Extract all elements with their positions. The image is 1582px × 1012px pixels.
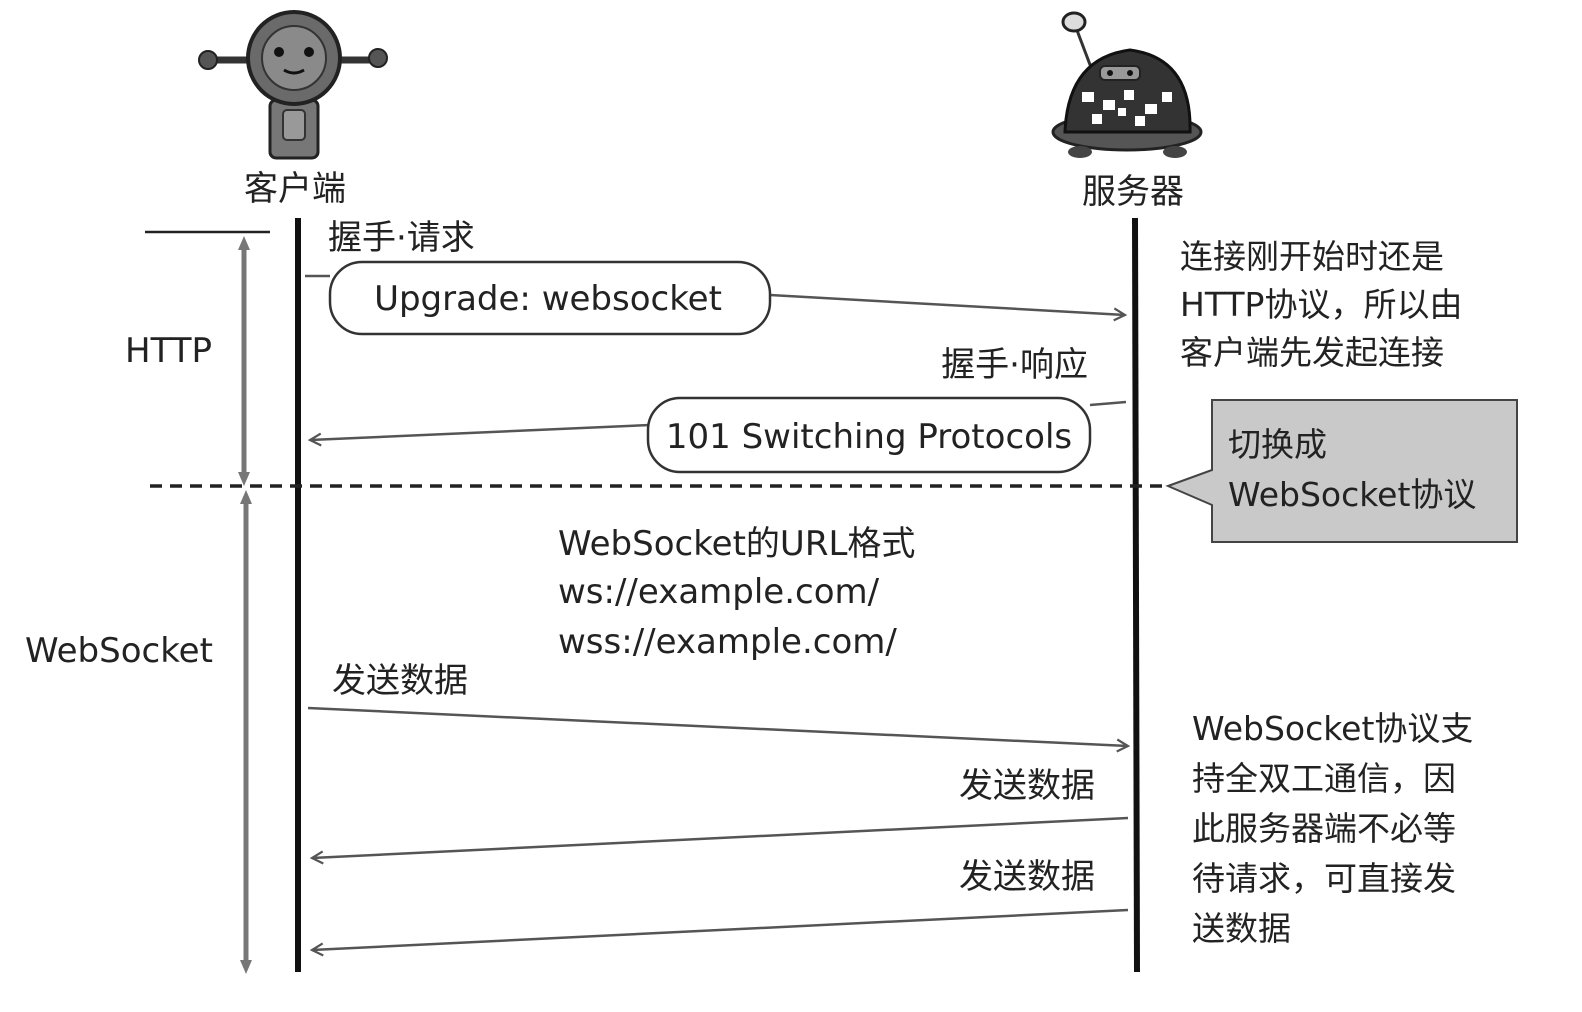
- response-arrow-start: [1089, 400, 1127, 407]
- server-lifeline: [1132, 217, 1140, 973]
- server-robot-icon: [1051, 11, 1203, 158]
- switch-note-line-2: WebSocket协议: [1228, 475, 1476, 514]
- url-wss: wss://example.com/: [558, 622, 897, 662]
- handshake-request-label: 握手·请求: [328, 218, 475, 258]
- send-data-arrow-2: [312, 816, 1129, 858]
- server-label: 服务器: [1082, 172, 1184, 212]
- send-data-label-1: 发送数据: [332, 661, 468, 701]
- websocket-phase-label: WebSocket: [25, 631, 213, 671]
- switch-note-line-1: 切换成: [1228, 425, 1327, 464]
- duplex-note-line-3: 此服务器端不必等: [1192, 809, 1456, 848]
- handshake-request-arrow: [769, 293, 1125, 315]
- duplex-note-line-5: 送数据: [1192, 909, 1291, 948]
- http-phase-label: HTTP: [125, 331, 212, 371]
- send-data-label-3: 发送数据: [959, 857, 1095, 897]
- websocket-sequence-diagram: 客户端 服务器 HTTP WebSocket 握手·请求 Upgrade: we…: [25, 10, 1518, 974]
- client-robot-icon: [198, 10, 388, 160]
- send-data-arrow-1: [307, 706, 1128, 746]
- duplex-note-line-4: 待请求，可直接发: [1192, 859, 1456, 898]
- duplex-note-line-2: 持全双工通信，因: [1192, 759, 1456, 798]
- client-label: 客户端: [244, 169, 346, 209]
- http-note-line-2: HTTP协议，所以由: [1180, 285, 1462, 324]
- switch-callout: [1165, 399, 1518, 543]
- handshake-response-arrow: [310, 423, 651, 440]
- duplex-note-line-1: WebSocket协议支: [1192, 709, 1473, 748]
- upgrade-header-text: Upgrade: websocket: [374, 279, 722, 319]
- url-ws: ws://example.com/: [558, 572, 880, 612]
- url-format-title: WebSocket的URL格式: [558, 524, 915, 564]
- http-note-line-1: 连接刚开始时还是: [1180, 237, 1444, 276]
- handshake-response-label: 握手·响应: [941, 345, 1088, 385]
- send-data-label-2: 发送数据: [959, 766, 1095, 806]
- send-data-arrow-3: [312, 908, 1129, 950]
- http-note-line-3: 客户端先发起连接: [1180, 333, 1444, 372]
- switching-protocols-text: 101 Switching Protocols: [666, 417, 1072, 457]
